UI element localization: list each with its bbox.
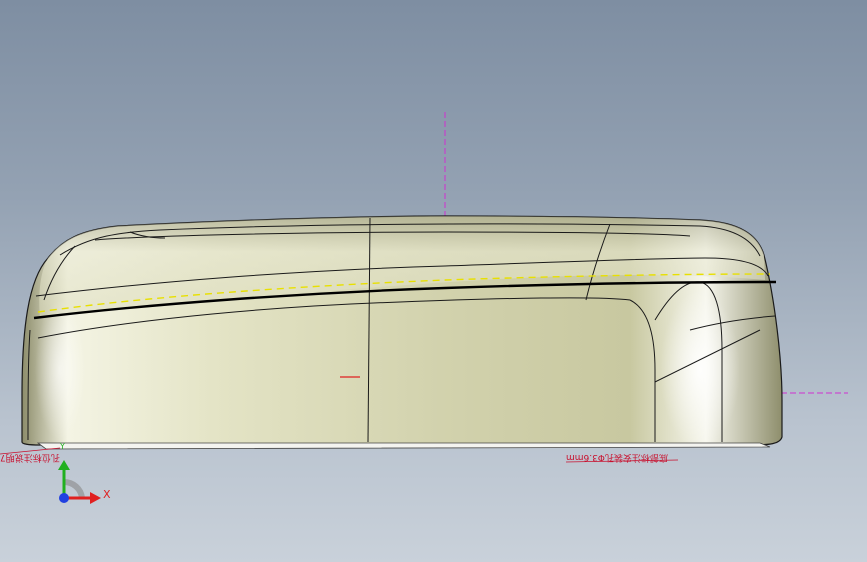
triad-x-arrow xyxy=(90,492,101,504)
triad-y-arrow xyxy=(58,460,70,470)
annotation-left-text: 孔位标注说明7 xyxy=(0,452,60,462)
annotation-right-text: 底部标注安装孔Φ3.6mm xyxy=(566,452,668,462)
triad-x-label: X xyxy=(103,488,111,501)
base-plate xyxy=(36,442,771,450)
annotation-right[interactable]: 底部标注安装孔Φ3.6mm xyxy=(566,452,668,465)
specular-highlight-left xyxy=(35,300,85,440)
model-canvas[interactable] xyxy=(0,0,867,562)
triad-y-label: Y xyxy=(60,442,65,451)
specular-highlight xyxy=(660,290,740,450)
annotation-left[interactable]: 孔位标注说明7 xyxy=(0,452,60,465)
coordinate-triad xyxy=(58,460,101,504)
triad-z-dot xyxy=(59,493,69,503)
cad-viewport[interactable]: 孔位标注说明7 底部标注安装孔Φ3.6mm X Y xyxy=(0,0,867,562)
